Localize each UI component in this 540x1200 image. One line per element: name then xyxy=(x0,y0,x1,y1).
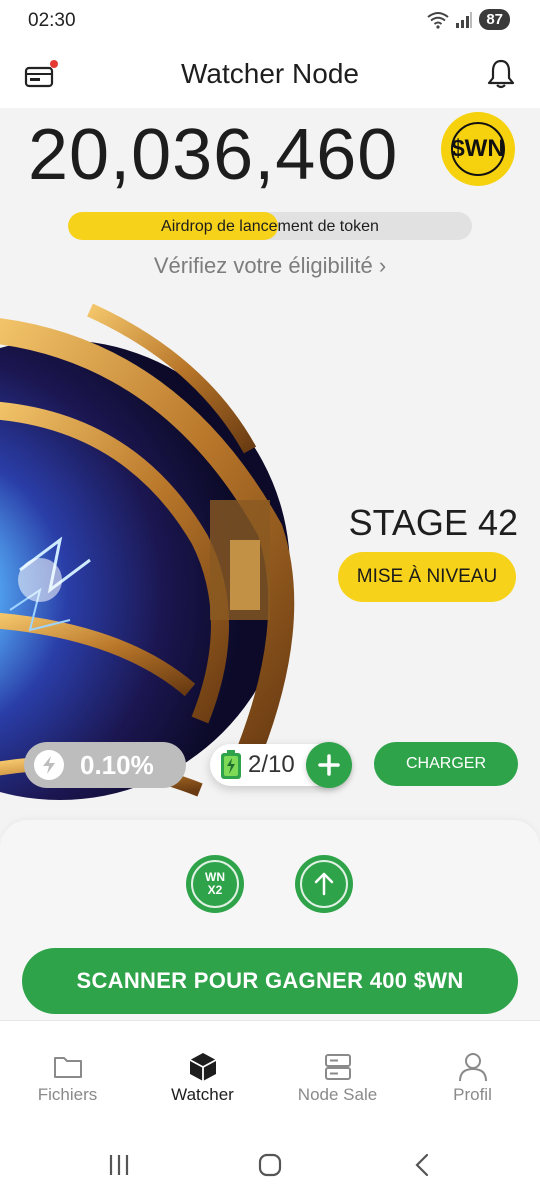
mining-rate-value: 0.10% xyxy=(80,749,154,780)
tab-fichiers[interactable]: Fichiers xyxy=(0,1021,135,1130)
signal-icon xyxy=(456,11,473,28)
bell-icon xyxy=(487,59,515,89)
cube-icon xyxy=(189,1053,217,1081)
app-header: Watcher Node xyxy=(0,44,540,108)
folder-icon xyxy=(54,1057,82,1078)
tab-node-sale[interactable]: Node Sale xyxy=(270,1021,405,1130)
notifications-button[interactable] xyxy=(486,58,516,90)
back-icon[interactable] xyxy=(408,1152,438,1178)
system-nav-bar xyxy=(0,1130,540,1200)
token-badge: $WN xyxy=(441,112,515,186)
lightning-icon xyxy=(34,750,64,780)
tab-watcher[interactable]: Watcher xyxy=(135,1021,270,1130)
tab-label: Node Sale xyxy=(297,1085,378,1104)
scan-button[interactable]: SCANNER POUR GAGNER 400 $WN xyxy=(22,948,518,1014)
status-bar: 02:30 87 xyxy=(0,0,540,44)
add-energy-button[interactable] xyxy=(306,742,352,788)
tab-label: Fichiers xyxy=(37,1085,98,1104)
home-icon[interactable] xyxy=(255,1152,285,1178)
airdrop-label: Airdrop de lancement de token xyxy=(161,218,379,235)
battery-icon xyxy=(221,750,241,779)
server-icon xyxy=(325,1054,351,1080)
boost-ring xyxy=(191,860,239,908)
eligibility-link[interactable]: Vérifiez votre éligibilité › xyxy=(0,253,540,279)
user-icon xyxy=(459,1053,487,1082)
stage-label: STAGE 42 xyxy=(348,502,518,543)
plus-icon xyxy=(318,754,340,776)
boost-x2-button[interactable]: WN X2 xyxy=(186,855,244,913)
energy-count: 2/10 xyxy=(248,751,295,778)
page-title: Watcher Node xyxy=(181,58,359,89)
upload-ring xyxy=(300,860,348,908)
tab-label: Watcher xyxy=(171,1085,234,1104)
tab-profil[interactable]: Profil xyxy=(405,1021,540,1130)
recent-apps-icon[interactable] xyxy=(104,1152,134,1178)
tab-label: Profil xyxy=(453,1085,492,1104)
wifi-icon xyxy=(427,11,449,29)
upgrade-button[interactable]: MISE À NIVEAU xyxy=(338,552,516,602)
battery-badge: 87 xyxy=(479,9,510,30)
status-icons: 87 xyxy=(427,9,510,30)
charge-button[interactable]: CHARGER xyxy=(374,742,518,786)
token-balance: 20,036,460 xyxy=(28,115,399,195)
bottom-tab-bar: Fichiers Watcher Node Sale Profil xyxy=(0,1020,540,1130)
airdrop-progress[interactable]: Airdrop de lancement de token xyxy=(68,212,472,240)
token-ring xyxy=(451,122,505,176)
status-time: 02:30 xyxy=(28,10,76,31)
upload-button[interactable] xyxy=(295,855,353,913)
mining-rate-pill: 0.10% xyxy=(24,742,186,788)
